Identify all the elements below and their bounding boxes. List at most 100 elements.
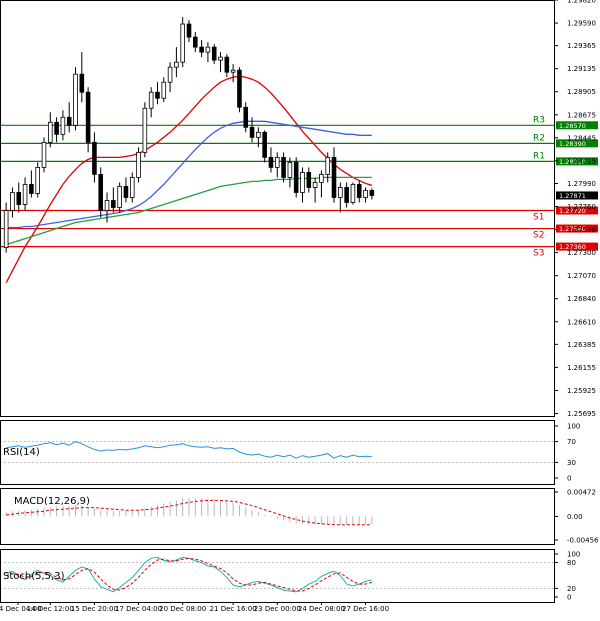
candle-bull [319, 174, 324, 183]
candle-bull [312, 182, 318, 188]
candle-bear [281, 156, 286, 178]
macd-tick-label: -0.00456 [567, 537, 599, 545]
candle-bear [262, 131, 267, 158]
level-name-s3: S3 [533, 249, 544, 259]
candle-bear [29, 184, 34, 194]
time-tick-label: 23 Dec 00:00 [254, 605, 301, 613]
price-tick-label: 1.26155 [567, 364, 596, 372]
rsi-tick-label: 0 [567, 475, 571, 483]
stoch-label: Stoch(5,5,3) [3, 571, 65, 582]
price-tick-label: 1.27300 [567, 249, 596, 257]
candle-bull [180, 23, 185, 63]
price-tick-label: 1.25695 [567, 410, 596, 418]
price-tick-label: 1.28675 [567, 111, 596, 119]
time-tick-label: 17 Dec 04:00 [115, 605, 162, 613]
time-tick-label: 15 Dec 20:00 [71, 605, 118, 613]
candle-bull [274, 156, 280, 168]
candle-bull [167, 66, 173, 83]
time-tick-label: 14 Dec 12:00 [27, 605, 74, 613]
candle-bull [230, 69, 236, 73]
candle-bull [22, 184, 28, 205]
rsi-tick-label: 30 [567, 459, 576, 467]
candle-bear [369, 190, 375, 196]
candle-bull [148, 91, 154, 109]
candle-bear [85, 91, 91, 143]
candle-bull [129, 177, 135, 198]
price-tick-label: 1.27530 [567, 226, 596, 234]
price-tick-label: 1.29820 [567, 0, 596, 5]
candle-bull [142, 107, 148, 153]
candle-bull [73, 73, 78, 126]
level-name-s1: S1 [533, 213, 544, 223]
price-tick-label: 1.27760 [567, 203, 596, 211]
candle-bull [350, 184, 356, 203]
price-tick-label: 1.29365 [567, 42, 596, 50]
candle-bear [16, 192, 22, 205]
candle-bear [66, 116, 72, 126]
macd-tick-label: 0.00 [567, 513, 583, 521]
price-tick-label: 1.26385 [567, 341, 596, 349]
candle-bear [331, 156, 337, 198]
candle-bull [10, 192, 15, 211]
candle-bull [338, 187, 343, 198]
time-tick-label: 24 Dec 08:00 [298, 605, 345, 613]
candle-bear [224, 56, 230, 73]
level-name-s2: S2 [533, 231, 544, 241]
price-tick-label: 1.28215 [567, 157, 596, 165]
stoch-tick-label: 80 [567, 559, 576, 567]
time-tick-label: 27 Dec 16:00 [342, 605, 389, 613]
time-tick-label: 21 Dec 16:00 [210, 605, 257, 613]
candle-bull [41, 141, 47, 168]
price-tick-label: 1.27070 [567, 272, 596, 280]
candle-bear [54, 121, 59, 135]
candle-bear [293, 161, 299, 193]
stoch-tick-label: 20 [567, 585, 576, 593]
candle-bull [300, 172, 305, 193]
price-tick-label: 1.27990 [567, 180, 596, 188]
stoch-tick-label: 100 [567, 551, 580, 559]
candle-bear [237, 69, 242, 108]
level-name-r3: R3 [533, 115, 545, 125]
macd-label: MACD(12,26,9) [14, 496, 90, 507]
candle-bear [123, 186, 129, 198]
last-price-value: 1.27871 [559, 192, 586, 200]
candle-bull [47, 121, 53, 143]
candle-bear [344, 187, 349, 203]
time-tick-label: 20 Dec 08:00 [159, 605, 206, 613]
candle-bull [117, 186, 122, 208]
candle-bear [92, 141, 97, 175]
forex-chart: R31.28570R21.28390R11.28210S11.27720S21.… [0, 0, 600, 621]
candle-bull [60, 116, 66, 135]
price-tick-label: 1.26840 [567, 295, 596, 303]
candle-bear [193, 36, 198, 48]
stoch-tick-label: 0 [567, 594, 571, 602]
candle-bull [256, 131, 261, 138]
candle-bear [268, 156, 274, 168]
candle-bear [98, 174, 104, 211]
macd-tick-label: 0.00472 [567, 489, 596, 497]
candle-bear [111, 200, 116, 208]
candle-bull [325, 156, 331, 175]
candle-bull [287, 161, 293, 178]
price-tick-label: 1.26610 [567, 318, 596, 326]
rsi-tick-label: 70 [567, 438, 576, 446]
candle-bear [249, 126, 255, 138]
level-name-r2: R2 [533, 133, 545, 143]
price-tick-label: 1.28445 [567, 134, 596, 142]
rsi-label: RSI(14) [3, 447, 40, 458]
candle-bull [136, 151, 141, 178]
candle-bear [186, 23, 192, 38]
rsi-tick-label: 100 [567, 423, 580, 431]
candle-bear [211, 46, 217, 61]
level-value-r3: 1.28570 [559, 122, 586, 130]
candle-bear [79, 73, 85, 93]
candle-bear [356, 184, 362, 198]
candle-bull [363, 190, 368, 198]
candle-bull [3, 210, 9, 248]
candle-bull [104, 200, 110, 211]
candle-bull [161, 81, 167, 99]
level-name-r1: R1 [533, 151, 545, 161]
candle-bear [306, 172, 312, 188]
price-tick-label: 1.29590 [567, 20, 596, 28]
candle-bull [174, 61, 179, 68]
